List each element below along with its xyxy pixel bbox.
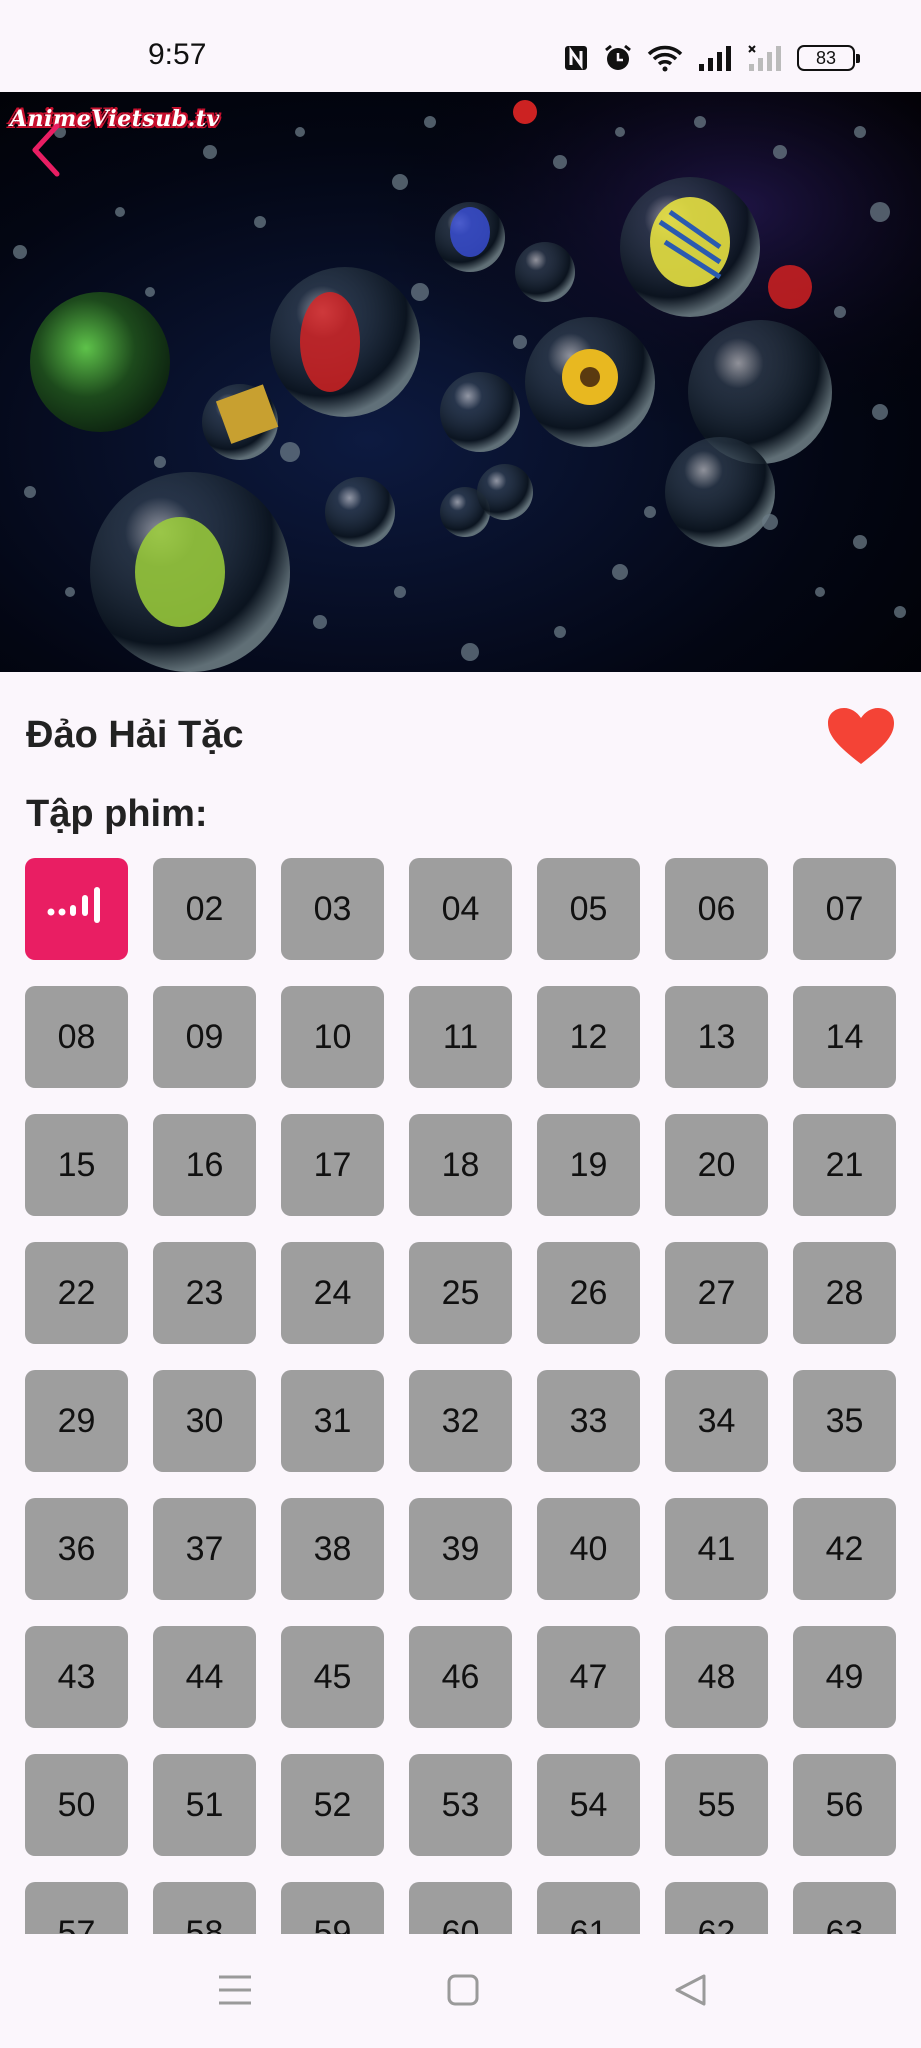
episode-button[interactable]: 26	[537, 1242, 640, 1344]
episode-button[interactable]: 25	[409, 1242, 512, 1344]
episode-button[interactable]: 57	[25, 1882, 128, 1934]
menu-icon	[217, 1974, 253, 2011]
episode-button[interactable]: 36	[25, 1498, 128, 1600]
episode-button[interactable]: 45	[281, 1626, 384, 1728]
episode-button[interactable]: 09	[153, 986, 256, 1088]
episode-button[interactable]: 53	[409, 1754, 512, 1856]
episode-button[interactable]: 61	[537, 1882, 640, 1934]
signal-no-service-icon	[747, 44, 783, 72]
episode-button[interactable]: 60	[409, 1882, 512, 1934]
heart-icon	[826, 708, 896, 770]
recent-apps-button[interactable]	[205, 1962, 265, 2022]
favorite-button[interactable]	[826, 706, 896, 766]
episode-button-active[interactable]	[25, 858, 128, 960]
episode-button[interactable]: 49	[793, 1626, 896, 1728]
episode-button[interactable]: 06	[665, 858, 768, 960]
episode-button[interactable]: 28	[793, 1242, 896, 1344]
episode-button[interactable]: 02	[153, 858, 256, 960]
episode-button[interactable]: 42	[793, 1498, 896, 1600]
episode-button[interactable]: 47	[537, 1626, 640, 1728]
status-time: 9:57	[148, 38, 207, 71]
episode-button[interactable]: 48	[665, 1626, 768, 1728]
episode-button[interactable]: 30	[153, 1370, 256, 1472]
episode-button[interactable]: 38	[281, 1498, 384, 1600]
episode-button[interactable]: 13	[665, 986, 768, 1088]
episode-button[interactable]: 46	[409, 1626, 512, 1728]
now-playing-icon	[45, 883, 109, 936]
battery-icon: 83	[797, 45, 860, 71]
back-button[interactable]	[24, 120, 68, 184]
episode-button[interactable]: 35	[793, 1370, 896, 1472]
episode-button[interactable]: 24	[281, 1242, 384, 1344]
episode-button[interactable]: 05	[537, 858, 640, 960]
episode-button[interactable]: 58	[153, 1882, 256, 1934]
episode-button[interactable]: 41	[665, 1498, 768, 1600]
episode-button[interactable]: 56	[793, 1754, 896, 1856]
episode-button[interactable]: 27	[665, 1242, 768, 1344]
episode-button[interactable]: 07	[793, 858, 896, 960]
episode-button[interactable]: 52	[281, 1754, 384, 1856]
episode-button[interactable]: 21	[793, 1114, 896, 1216]
title-row: Đảo Hải Tặc	[26, 706, 896, 766]
episode-button[interactable]: 31	[281, 1370, 384, 1472]
episode-button[interactable]: 54	[537, 1754, 640, 1856]
episode-button[interactable]: 50	[25, 1754, 128, 1856]
episode-list[interactable]: 02 03 04 05 06 07 08 09 10 11 12 13 14 15 16 17 18 19 20 21…	[0, 858, 921, 1934]
back-nav-button[interactable]	[660, 1962, 720, 2022]
status-bar: 9:57 83	[0, 0, 921, 92]
home-button[interactable]	[433, 1962, 493, 2022]
episode-button[interactable]: 39	[409, 1498, 512, 1600]
system-nav-bar	[0, 1934, 921, 2048]
episode-button[interactable]: 23	[153, 1242, 256, 1344]
episode-button[interactable]: 32	[409, 1370, 512, 1472]
nfc-icon	[563, 44, 589, 72]
episode-button[interactable]: 04	[409, 858, 512, 960]
episode-button[interactable]: 40	[537, 1498, 640, 1600]
episode-grid: 02 03 04 05 06 07 08 09 10 11 12 13 14 15 16 17 18 19 20 21…	[25, 858, 896, 1934]
back-icon	[673, 1973, 707, 2012]
episode-button[interactable]: 33	[537, 1370, 640, 1472]
episode-button[interactable]: 51	[153, 1754, 256, 1856]
episode-button[interactable]: 08	[25, 986, 128, 1088]
episode-button[interactable]: 18	[409, 1114, 512, 1216]
video-frame	[0, 92, 921, 672]
episode-button[interactable]: 44	[153, 1626, 256, 1728]
episode-button[interactable]: 43	[25, 1626, 128, 1728]
status-icons: 83	[563, 40, 860, 76]
episode-button[interactable]: 34	[665, 1370, 768, 1472]
episode-button[interactable]: 16	[153, 1114, 256, 1216]
episode-button[interactable]: 12	[537, 986, 640, 1088]
episode-button[interactable]: 62	[665, 1882, 768, 1934]
episode-button[interactable]: 19	[537, 1114, 640, 1216]
episode-button[interactable]: 10	[281, 986, 384, 1088]
episode-button[interactable]: 37	[153, 1498, 256, 1600]
episode-button[interactable]: 63	[793, 1882, 896, 1934]
episode-button[interactable]: 17	[281, 1114, 384, 1216]
episode-button[interactable]: 14	[793, 986, 896, 1088]
episode-button[interactable]: 15	[25, 1114, 128, 1216]
episode-button[interactable]: 29	[25, 1370, 128, 1472]
home-icon	[447, 1974, 479, 2011]
video-player[interactable]: AnimeVietsub.tv	[0, 92, 921, 672]
signal-icon	[697, 44, 733, 72]
episode-button[interactable]: 59	[281, 1882, 384, 1934]
episode-button[interactable]: 20	[665, 1114, 768, 1216]
alarm-icon	[603, 43, 633, 73]
anime-title: Đảo Hải Tặc	[26, 714, 244, 756]
episode-button[interactable]: 11	[409, 986, 512, 1088]
wifi-icon	[647, 44, 683, 72]
chevron-left-icon	[29, 122, 63, 183]
episode-button[interactable]: 03	[281, 858, 384, 960]
episode-button[interactable]: 55	[665, 1754, 768, 1856]
episodes-label: Tập phim:	[26, 793, 208, 835]
episode-button[interactable]: 22	[25, 1242, 128, 1344]
